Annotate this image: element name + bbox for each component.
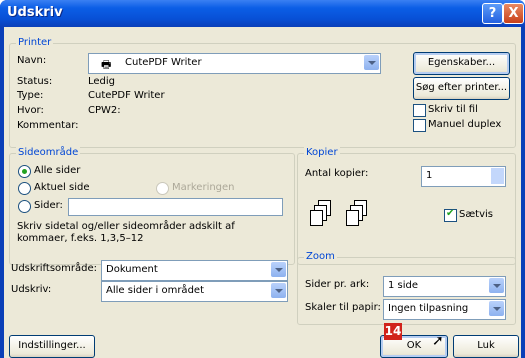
printer-icon: 🖶 <box>101 58 112 71</box>
step-badge: 14 <box>384 323 402 340</box>
print-select[interactable]: Alle sider i området <box>101 281 288 302</box>
chevron-down-icon[interactable] <box>364 55 379 70</box>
pages-per-sheet-select[interactable]: 1 side <box>383 276 506 297</box>
title-bar[interactable]: Udskriv ? X <box>0 0 525 27</box>
copies-count-spinner[interactable]: 1 <box>421 166 506 187</box>
printer-group-label: Printer <box>16 37 54 48</box>
print-to-file-label[interactable]: Skriv til fil <box>428 104 478 115</box>
dialog-title: Udskriv <box>7 5 63 20</box>
print-what-label: Udskriftsområde: <box>11 263 98 274</box>
type-label: Type: <box>17 90 44 101</box>
collate-checkbox[interactable] <box>444 208 457 222</box>
spin-down-icon[interactable] <box>491 176 504 184</box>
print-dialog: Udskriv ? X Printer Navn: 🖶 CutePDF Writ… <box>0 0 525 358</box>
printer-name-label: Navn: <box>17 55 47 66</box>
printer-name-value: CutePDF Writer <box>125 57 202 68</box>
all-pages-label[interactable]: Alle sider <box>34 165 80 176</box>
comment-label: Kommentar: <box>17 120 79 131</box>
pages-per-sheet-value: 1 side <box>388 280 419 291</box>
print-value: Alle sider i området <box>106 285 204 296</box>
print-what-value: Dokument <box>106 264 158 275</box>
options-button[interactable]: Indstillinger... <box>9 335 95 358</box>
dialog-body: Printer Navn: 🖶 CutePDF Writer Status: L… <box>4 27 521 358</box>
pages-radio[interactable] <box>18 200 31 213</box>
printer-name-select[interactable]: 🖶 CutePDF Writer <box>88 53 381 74</box>
selection-label: Markeringen <box>172 182 235 193</box>
pages-label[interactable]: Sider: <box>34 200 63 211</box>
pages-input[interactable] <box>68 198 283 216</box>
cancel-button[interactable]: Luk <box>453 335 519 358</box>
close-button[interactable]: X <box>503 3 524 24</box>
collate-label[interactable]: Sætvis <box>459 209 493 220</box>
zoom-group: Zoom Sider pr. ark: 1 side Skaler til pa… <box>297 251 516 325</box>
current-page-label[interactable]: Aktuel side <box>34 182 90 193</box>
where-label: Hvor: <box>17 105 44 116</box>
type-value: CutePDF Writer <box>88 90 165 101</box>
status-value: Ledig <box>88 76 116 87</box>
scale-to-paper-select[interactable]: Ingen tilpasning <box>383 299 506 320</box>
page-range-group: Sideområde Alle sider Aktuel side Marker… <box>9 147 295 265</box>
print-label: Udskriv: <box>11 284 52 295</box>
where-value: CPW2: <box>88 105 121 116</box>
copies-count-label: Antal kopier: <box>305 168 369 179</box>
zoom-group-label: Zoom <box>304 251 337 262</box>
chevron-down-icon[interactable] <box>271 262 286 277</box>
chevron-down-icon[interactable] <box>489 301 504 316</box>
copies-count-value: 1 <box>426 170 433 181</box>
status-label: Status: <box>17 76 53 87</box>
print-what-select[interactable]: Dokument <box>101 260 288 281</box>
pages-hint: Skriv sidetal og/eller sideområder adski… <box>17 221 235 244</box>
current-page-radio[interactable] <box>18 182 31 195</box>
help-button[interactable]: ? <box>482 3 503 24</box>
copies-group-label: Kopier <box>304 147 340 158</box>
manual-duplex-label[interactable]: Manuel duplex <box>428 119 501 130</box>
properties-button[interactable]: Egenskaber... <box>413 52 510 75</box>
scale-to-paper-label: Skaler til papir: <box>305 302 381 313</box>
chevron-down-icon[interactable] <box>489 278 504 293</box>
find-printer-button[interactable]: Søg efter printer... <box>413 77 510 100</box>
page-range-group-label: Sideområde <box>16 147 81 158</box>
pages-per-sheet-label: Sider pr. ark: <box>305 279 370 290</box>
print-to-file-checkbox[interactable] <box>413 104 426 117</box>
spin-up-icon[interactable] <box>491 168 504 176</box>
selection-radio <box>156 182 169 195</box>
printer-group: Printer Navn: 🖶 CutePDF Writer Status: L… <box>9 37 516 148</box>
scale-to-paper-value: Ingen tilpasning <box>388 303 469 314</box>
chevron-down-icon[interactable] <box>271 283 286 298</box>
manual-duplex-checkbox[interactable] <box>413 119 426 132</box>
mouse-cursor-icon: ➚ <box>432 333 444 349</box>
all-pages-radio[interactable] <box>18 165 31 178</box>
copies-group: Kopier Antal kopier: 1 Sætvis <box>297 147 516 265</box>
